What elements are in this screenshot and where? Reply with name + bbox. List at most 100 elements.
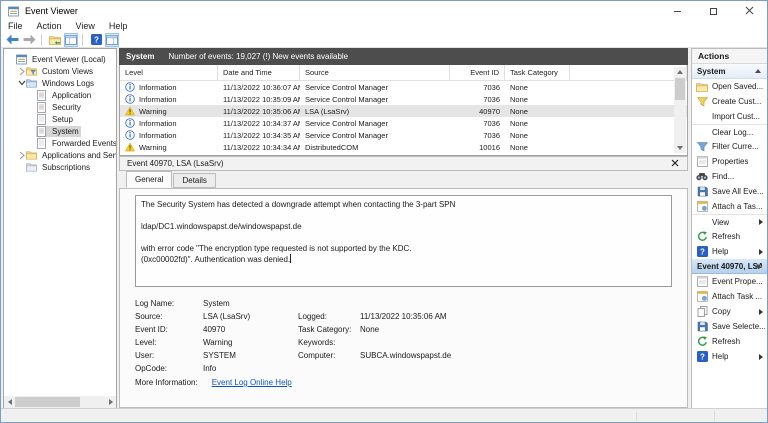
action-label: Help: [712, 352, 728, 361]
action-view[interactable]: View: [692, 214, 767, 229]
action-copy[interactable]: Copy: [692, 304, 767, 319]
actions-section-system[interactable]: System: [692, 64, 767, 79]
close-button[interactable]: [731, 1, 767, 21]
show-console-tree-button[interactable]: [48, 33, 62, 47]
action-refresh[interactable]: Refresh: [692, 334, 767, 349]
action-open-saved[interactable]: Open Saved...: [692, 79, 767, 94]
sidebar-item-event-viewer-local[interactable]: Event Viewer (Local): [4, 53, 116, 65]
action-label: Attach Task ...: [712, 292, 762, 301]
scroll-right-button[interactable]: [105, 396, 116, 408]
sidebar-item-forwarded-events[interactable]: Forwarded Events: [4, 137, 116, 149]
field-value: None: [360, 325, 677, 334]
column-header-event-id[interactable]: Event ID: [450, 65, 505, 80]
action-filter-curre[interactable]: Filter Curre...: [692, 139, 767, 154]
action-import-cust[interactable]: Import Cust...: [692, 109, 767, 124]
maximize-button[interactable]: [695, 1, 731, 21]
event-level: Warning: [120, 141, 218, 153]
chevron-down-icon[interactable]: [17, 79, 26, 88]
event-message-line: [141, 232, 666, 243]
tab-details[interactable]: Details: [173, 173, 215, 188]
sidebar-item-security[interactable]: Security: [4, 101, 116, 113]
event-log-online-help-link[interactable]: Event Log Online Help: [212, 378, 292, 387]
preview-close-button[interactable]: [669, 158, 681, 170]
field-label: Keywords:: [298, 338, 360, 347]
action-find[interactable]: Find...: [692, 169, 767, 184]
event-row[interactable]: Information11/13/2022 10:34:37 AMService…: [120, 117, 687, 129]
menu-help[interactable]: Help: [102, 21, 135, 32]
actions-section-event-40970-lsa[interactable]: Event 40970, LSA...: [692, 259, 767, 274]
submenu-arrow-icon: [759, 309, 763, 315]
column-header-task-category[interactable]: Task Category: [505, 65, 570, 80]
tree-scroll-thumb[interactable]: [15, 397, 80, 407]
action-attach-task[interactable]: Attach Task ...: [692, 289, 767, 304]
action-help[interactable]: ?Help: [692, 244, 767, 259]
action-help[interactable]: ?Help: [692, 349, 767, 364]
event-message-box[interactable]: The Security System has detected a downg…: [135, 195, 672, 287]
list-scroll-thumb[interactable]: [675, 78, 685, 100]
sidebar-item-system[interactable]: System: [4, 125, 116, 137]
event-row[interactable]: Warning11/13/2022 10:34:34 AMDistributed…: [120, 141, 687, 153]
show-window-button[interactable]: [64, 33, 78, 47]
action-attach-a-tas[interactable]: Attach a Tas...: [692, 199, 767, 214]
tree-horizontal-scrollbar[interactable]: [4, 396, 116, 408]
scroll-left-button[interactable]: [4, 396, 15, 408]
forward-button[interactable]: [22, 33, 37, 47]
sidebar-item-custom-views[interactable]: Custom Views: [4, 65, 116, 77]
menu-action[interactable]: Action: [30, 21, 69, 32]
log-page-icon: [36, 102, 47, 113]
expander-spacer: [27, 127, 36, 136]
preview-pane: Event 40970, LSA (LsaSrv) GeneralDetails…: [119, 156, 688, 409]
back-button[interactable]: [5, 33, 20, 47]
action-save-all-eve[interactable]: Save All Eve...: [692, 184, 767, 199]
menu-file[interactable]: File: [1, 21, 30, 32]
chevron-right-icon[interactable]: [17, 67, 26, 76]
action-properties[interactable]: Properties: [692, 154, 767, 169]
event-row[interactable]: Information11/13/2022 10:36:07 AMService…: [120, 81, 687, 93]
event-list-scrollbar[interactable]: [674, 67, 686, 153]
action-create-cust[interactable]: Create Cust...: [692, 94, 767, 109]
action-label: Properties: [712, 157, 748, 166]
field-label: Level:: [135, 338, 203, 347]
back-icon: [6, 34, 19, 45]
scroll-down-button[interactable]: [674, 143, 686, 153]
scroll-up-button[interactable]: [674, 67, 686, 77]
action-label: Find...: [712, 172, 734, 181]
column-header-source[interactable]: Source: [300, 65, 450, 80]
actions-title: Actions: [692, 49, 767, 64]
event-level: Information: [120, 117, 218, 129]
attach-task-icon: [696, 201, 708, 213]
sidebar-item-label: Application: [50, 90, 93, 101]
event-row[interactable]: Information11/13/2022 10:34:35 AMService…: [120, 129, 687, 141]
help-button[interactable]: ?: [89, 33, 103, 47]
field-row: OpCode:Info: [135, 362, 677, 375]
column-header-level[interactable]: Level: [120, 65, 218, 80]
event-row[interactable]: Warning11/13/2022 10:35:06 AMLSA (LsaSrv…: [120, 105, 687, 117]
event-task-category: None: [505, 141, 570, 153]
action-save-selecte[interactable]: Save Selecte...: [692, 319, 767, 334]
title-bar: Event Viewer: [1, 1, 767, 21]
menu-view[interactable]: View: [69, 21, 102, 32]
log-page-icon: [36, 126, 47, 137]
subscriptions-icon: [26, 162, 37, 173]
sidebar-item-setup[interactable]: Setup: [4, 113, 116, 125]
action-clear-log[interactable]: Clear Log...: [692, 124, 767, 139]
sidebar-item-application[interactable]: Application: [4, 89, 116, 101]
minimize-button[interactable]: [659, 1, 695, 21]
sidebar-item-windows-logs[interactable]: Windows Logs: [4, 77, 116, 89]
show-action-pane-button[interactable]: [105, 33, 119, 47]
preview-tabs: GeneralDetails: [119, 171, 688, 188]
column-header-date-and-time[interactable]: Date and Time: [218, 65, 300, 80]
sidebar-item-applications-and-services-logs[interactable]: Applications and Services Logs: [4, 149, 116, 161]
event-id: 10016: [450, 141, 505, 153]
field-label: User:: [135, 351, 203, 360]
section-title: Event 40970, LSA...: [697, 262, 762, 271]
sidebar-item-label: Security: [50, 102, 83, 113]
chevron-right-icon[interactable]: [17, 151, 26, 160]
action-event-prope[interactable]: Event Prope...: [692, 274, 767, 289]
action-refresh[interactable]: Refresh: [692, 229, 767, 244]
tree-scroll-track[interactable]: [15, 396, 105, 408]
event-row[interactable]: Information11/13/2022 10:35:09 AMService…: [120, 93, 687, 105]
tab-general[interactable]: General: [126, 171, 172, 188]
menu-bar: FileActionViewHelp: [1, 21, 767, 32]
sidebar-item-subscriptions[interactable]: Subscriptions: [4, 161, 116, 173]
